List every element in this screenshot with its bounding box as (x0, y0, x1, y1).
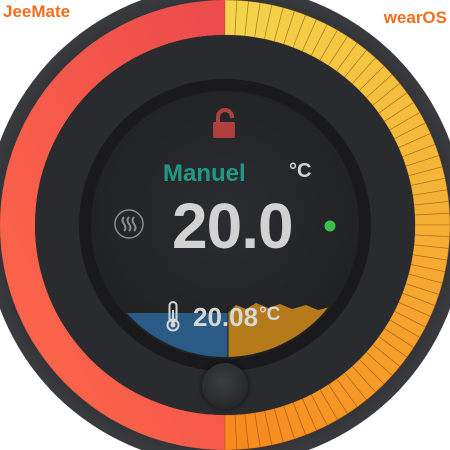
home-button[interactable] (202, 363, 248, 409)
current-temperature: 20.08°C (193, 304, 280, 330)
thermostat-face: Manuel °C 20.0 20.08°C (0, 0, 450, 450)
current-temperature-value: 20.08 (193, 302, 259, 332)
heat-wave-icon[interactable] (113, 208, 145, 240)
mode-label[interactable]: Manuel (163, 160, 246, 188)
setpoint-unit: °C (289, 160, 312, 182)
status-dot-icon (324, 220, 336, 232)
lock-open-icon[interactable] (210, 108, 240, 142)
current-temperature-unit: °C (259, 304, 281, 325)
thermometer-icon (166, 301, 180, 332)
setpoint-value[interactable]: 20.0 (172, 194, 294, 258)
